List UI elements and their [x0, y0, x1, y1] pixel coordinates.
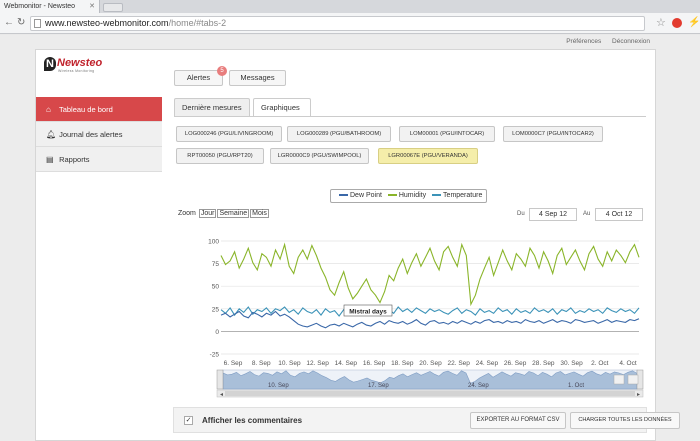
- y-tick-label: 50: [212, 284, 220, 291]
- messages-button[interactable]: Messages: [229, 70, 286, 86]
- close-tab-icon[interactable]: ✕: [89, 0, 95, 13]
- tab-divider: [174, 116, 646, 117]
- browser-tab[interactable]: Webmonitor - Newsteo ✕: [0, 0, 100, 13]
- sidebar: ⌂ Tableau de bord 🔔︎ Journal des alertes…: [36, 97, 162, 172]
- line-chart[interactable]: 100 75 50 25 0 -25 6. Sep 8. Sep 10. Sep 12. Sep 1…: [173, 185, 647, 400]
- browser-tabbar: Webmonitor - Newsteo ✕: [0, 0, 700, 13]
- export-csv-button[interactable]: EXPORTER AU FORMAT CSV: [470, 412, 566, 429]
- annotation-label: Mistral days: [349, 309, 387, 316]
- new-tab-button[interactable]: [103, 3, 123, 12]
- logger-button[interactable]: LOM0000C7 (PGU/INTOCAR2): [503, 126, 603, 142]
- bookmark-star-icon[interactable]: ☆: [656, 16, 666, 29]
- y-tick-label: 25: [212, 306, 220, 313]
- y-tick-label: 75: [212, 261, 220, 268]
- bottom-bar: ✓ Afficher les commentaires EXPORTER AU …: [173, 407, 680, 433]
- bell-icon: 🔔︎: [46, 130, 57, 139]
- app-container: N Newsteo Wireless Monitoring ⌂ Tableau …: [35, 49, 680, 441]
- sidebar-item-alert-log[interactable]: 🔔︎ Journal des alertes: [36, 122, 162, 147]
- browser-tab-title: Webmonitor - Newsteo: [4, 3, 76, 10]
- alerts-count-badge: 5: [217, 66, 227, 76]
- alerts-button[interactable]: Alertes 5: [174, 66, 227, 86]
- preferences-link[interactable]: Préférences: [566, 38, 601, 45]
- print-icon: [613, 374, 625, 385]
- logo-mark-icon: N: [44, 57, 56, 71]
- y-tick-label: 100: [208, 239, 219, 246]
- x-tick-label: 30. Sep: [560, 360, 583, 367]
- sidebar-item-label: Tableau de bord: [58, 105, 113, 114]
- scroll-left-icon: ◂: [220, 392, 223, 398]
- logout-link[interactable]: Déconnexion: [612, 38, 650, 45]
- navigator-tick-label: 24. Sep: [468, 383, 489, 389]
- logo-name: Newsteo: [57, 57, 103, 69]
- navigator-tick-label: 17. Sep: [368, 383, 389, 389]
- tab-charts[interactable]: Graphiques: [253, 98, 311, 116]
- page: Préférences Déconnexion N Newsteo Wirele…: [0, 35, 700, 441]
- load-all-data-button[interactable]: CHARGER TOUTES LES DONNÉES: [570, 412, 680, 429]
- x-tick-label: 8. Sep: [252, 360, 271, 367]
- navigator-tick-label: 1. Oct: [568, 383, 584, 389]
- sidebar-item-reports[interactable]: ▤ Rapports: [36, 147, 162, 172]
- comments-label: Afficher les commentaires: [202, 416, 303, 425]
- address-bar[interactable]: www.newsteo-webmonitor.com/home/#tabs-2: [30, 16, 645, 31]
- extension-icon[interactable]: [672, 18, 682, 28]
- back-icon[interactable]: ←: [4, 17, 14, 28]
- x-tick-label: 6. Sep: [224, 360, 243, 367]
- x-tick-label: 26. Sep: [504, 360, 527, 367]
- logger-button[interactable]: RPT00050 (PGU/RPT20): [176, 148, 264, 164]
- page-icon: [34, 19, 41, 28]
- x-tick-label: 14. Sep: [335, 360, 358, 367]
- address-toolbar: ← ↻ www.newsteo-webmonitor.com/home/#tab…: [0, 13, 700, 34]
- y-tick-label: 0: [215, 329, 219, 336]
- download-icon: [627, 374, 639, 385]
- scroll-right-icon: ▸: [637, 392, 640, 398]
- alerts-label: Alertes: [186, 73, 211, 82]
- sidebar-item-label: Journal des alertes: [59, 130, 123, 139]
- x-tick-label: 4. Oct: [619, 360, 637, 367]
- logger-button[interactable]: LGR0000C9 (PGU/SWIMPOOL): [270, 148, 369, 164]
- url-path: /home/#tabs-2: [168, 18, 227, 28]
- logo-tagline: Wireless Monitoring: [58, 69, 95, 73]
- logger-button-selected[interactable]: LGR00067E (PGU/VERANDA): [378, 148, 478, 164]
- tab-last-measures[interactable]: Dernière mesures: [174, 98, 250, 116]
- report-icon: ▤: [46, 155, 54, 164]
- home-icon: ⌂: [46, 105, 51, 114]
- navigator-left-handle: [216, 369, 224, 390]
- logger-button[interactable]: LOG000289 (PGU/BATHROOM): [287, 126, 391, 142]
- logger-button[interactable]: LOG000246 (PGU/LIVINGROOM): [176, 126, 282, 142]
- sidebar-item-label: Rapports: [59, 155, 90, 164]
- chart-area: Dew Point Humidity Temperature Zoom Jour…: [173, 185, 647, 400]
- logger-button[interactable]: LOM00001 (PGU/INTOCAR): [399, 126, 495, 142]
- x-tick-label: 2. Oct: [591, 360, 609, 367]
- url-host: www.newsteo-webmonitor.com: [45, 18, 169, 28]
- navigator-tick-label: 10. Sep: [268, 383, 289, 389]
- x-tick-label: 22. Sep: [448, 360, 471, 367]
- comments-checkbox[interactable]: ✓: [184, 416, 193, 425]
- messages-label: Messages: [240, 73, 275, 82]
- sidebar-item-dashboard[interactable]: ⌂ Tableau de bord: [36, 97, 162, 122]
- x-tick-label: 20. Sep: [419, 360, 442, 367]
- extension-bolt-icon[interactable]: ⚡: [688, 17, 700, 28]
- x-tick-label: 18. Sep: [391, 360, 414, 367]
- x-tick-label: 28. Sep: [532, 360, 555, 367]
- x-tick-label: 12. Sep: [306, 360, 329, 367]
- x-tick-label: 16. Sep: [363, 360, 386, 367]
- newsteo-logo[interactable]: N Newsteo Wireless Monitoring: [44, 57, 102, 73]
- x-tick-label: 24. Sep: [476, 360, 499, 367]
- y-tick-label: -25: [210, 352, 220, 359]
- x-tick-label: 10. Sep: [278, 360, 301, 367]
- navigator-scrollbar-thumb: [225, 391, 635, 396]
- reload-icon[interactable]: ↻: [17, 17, 25, 28]
- humidity-line: [220, 242, 640, 307]
- dewpoint-line: [220, 310, 640, 329]
- user-links: Préférences Déconnexion: [557, 38, 650, 45]
